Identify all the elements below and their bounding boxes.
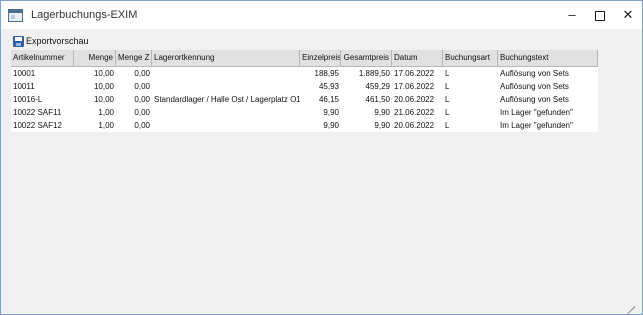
cell-buchungstext: Im Lager "gefunden": [500, 121, 573, 130]
cell-gesamtpreis: 9,90: [374, 108, 390, 117]
maximize-icon: [595, 10, 605, 21]
save-icon-label: [15, 37, 22, 41]
cell-einzelpreis: 9,90: [323, 108, 339, 117]
cell-lagerortkennung: Standardlager / Halle Ost / Lagerplatz O…: [154, 95, 300, 104]
header-datum[interactable]: Datum: [392, 50, 443, 66]
cell-artikelnummer: 10001: [13, 69, 36, 78]
cell-gesamtpreis: 461,50: [365, 95, 390, 104]
title-bar[interactable]: Lagerbuchungs-EXIM – ✕: [1, 1, 642, 29]
cell-menge: 10,00: [93, 82, 114, 91]
grip-line: [626, 306, 636, 315]
cell-einzelpreis: 9,90: [323, 121, 339, 130]
cell-lagerortkennung: [152, 119, 300, 132]
booking-table[interactable]: Artikelnummer Menge Menge Z Lagerortkenn…: [11, 50, 598, 300]
app-window-icon: [8, 9, 23, 22]
table-row[interactable]: 10022 SAF11 1,00 0,00 9,90 9,90 21.06.20…: [11, 106, 598, 119]
header-artikelnummer[interactable]: Artikelnummer: [11, 50, 74, 66]
header-gesamtpreis[interactable]: Gesamtpreis: [341, 50, 392, 66]
cell-gesamtpreis: 1.889,50: [358, 69, 390, 78]
cell-buchungsart: L: [445, 108, 450, 117]
cell-datum: 20.06.2022: [394, 121, 435, 130]
table-row[interactable]: 10022 SAF12 1,00 0,00 9,90 9,90 20.06.20…: [11, 119, 598, 132]
cell-einzelpreis: 188,95: [314, 69, 339, 78]
cell-menge: 10,00: [93, 69, 114, 78]
cell-menge-z: 0,00: [134, 108, 150, 117]
cell-artikelnummer: 10022 SAF12: [13, 121, 62, 130]
cell-einzelpreis: 45,93: [318, 82, 339, 91]
export-preview-label: Exportvorschau: [26, 36, 89, 46]
cell-datum: 17.06.2022: [394, 69, 435, 78]
cell-menge-z: 0,00: [134, 95, 150, 104]
cell-datum: 21.06.2022: [394, 108, 435, 117]
cell-buchungstext: Auflösung von Sets: [500, 95, 569, 104]
cell-artikelnummer: 10022 SAF11: [13, 108, 62, 117]
cell-buchungstext: Auflösung von Sets: [500, 69, 569, 78]
minimize-button[interactable]: –: [558, 1, 586, 29]
cell-menge-z: 0,00: [134, 121, 150, 130]
cell-artikelnummer: 10011: [13, 82, 35, 91]
header-einzelpreis[interactable]: Einzelpreis: [300, 50, 341, 66]
header-buchungsart[interactable]: Buchungsart: [443, 50, 498, 66]
cell-menge-z: 0,00: [134, 69, 150, 78]
cell-menge: 1,00: [98, 108, 114, 117]
window-title: Lagerbuchungs-EXIM: [31, 9, 138, 21]
header-lagerortkennung[interactable]: Lagerortkennung: [152, 50, 300, 66]
close-button[interactable]: ✕: [614, 1, 642, 29]
app-icon-bar: [9, 10, 22, 13]
cell-menge-z: 0,00: [134, 82, 150, 91]
cell-buchungstext: Im Lager "gefunden": [500, 108, 573, 117]
cell-buchungsart: L: [445, 82, 450, 91]
cell-lagerortkennung: [152, 80, 300, 93]
header-menge[interactable]: Menge: [74, 50, 116, 66]
table-row[interactable]: 10016-L 10,00 0,00 Standardlager / Halle…: [11, 93, 598, 106]
save-icon-slot: [16, 43, 21, 46]
header-buchungstext[interactable]: Buchungstext: [498, 50, 598, 66]
cell-gesamtpreis: 459,29: [365, 82, 390, 91]
cell-datum: 20.06.2022: [394, 95, 435, 104]
table-header: Artikelnummer Menge Menge Z Lagerortkenn…: [11, 50, 598, 67]
cell-menge: 10,00: [93, 95, 114, 104]
maximize-button[interactable]: [586, 1, 614, 29]
cell-buchungstext: Auflösung von Sets: [500, 82, 569, 91]
cell-buchungsart: L: [445, 95, 450, 104]
cell-artikelnummer: 10016-L: [13, 95, 43, 104]
header-menge-z[interactable]: Menge Z: [116, 50, 152, 66]
cell-menge: 1,00: [98, 121, 114, 130]
save-icon: [13, 36, 24, 47]
app-icon-pane: [11, 15, 15, 19]
cell-datum: 17.06.2022: [394, 82, 435, 91]
resize-grip-icon[interactable]: [623, 295, 636, 315]
cell-buchungsart: L: [445, 69, 450, 78]
window: Lagerbuchungs-EXIM – ✕ Exportvorschau Ar…: [0, 0, 643, 315]
cell-lagerortkennung: [152, 67, 300, 80]
table-row[interactable]: 10001 10,00 0,00 188,95 1.889,50 17.06.2…: [11, 67, 598, 80]
cell-buchungsart: L: [445, 121, 450, 130]
table-row[interactable]: 10011 10,00 0,00 45,93 459,29 17.06.2022…: [11, 80, 598, 93]
cell-gesamtpreis: 9,90: [374, 121, 390, 130]
cell-einzelpreis: 46,15: [318, 95, 339, 104]
cell-lagerortkennung: [152, 106, 300, 119]
